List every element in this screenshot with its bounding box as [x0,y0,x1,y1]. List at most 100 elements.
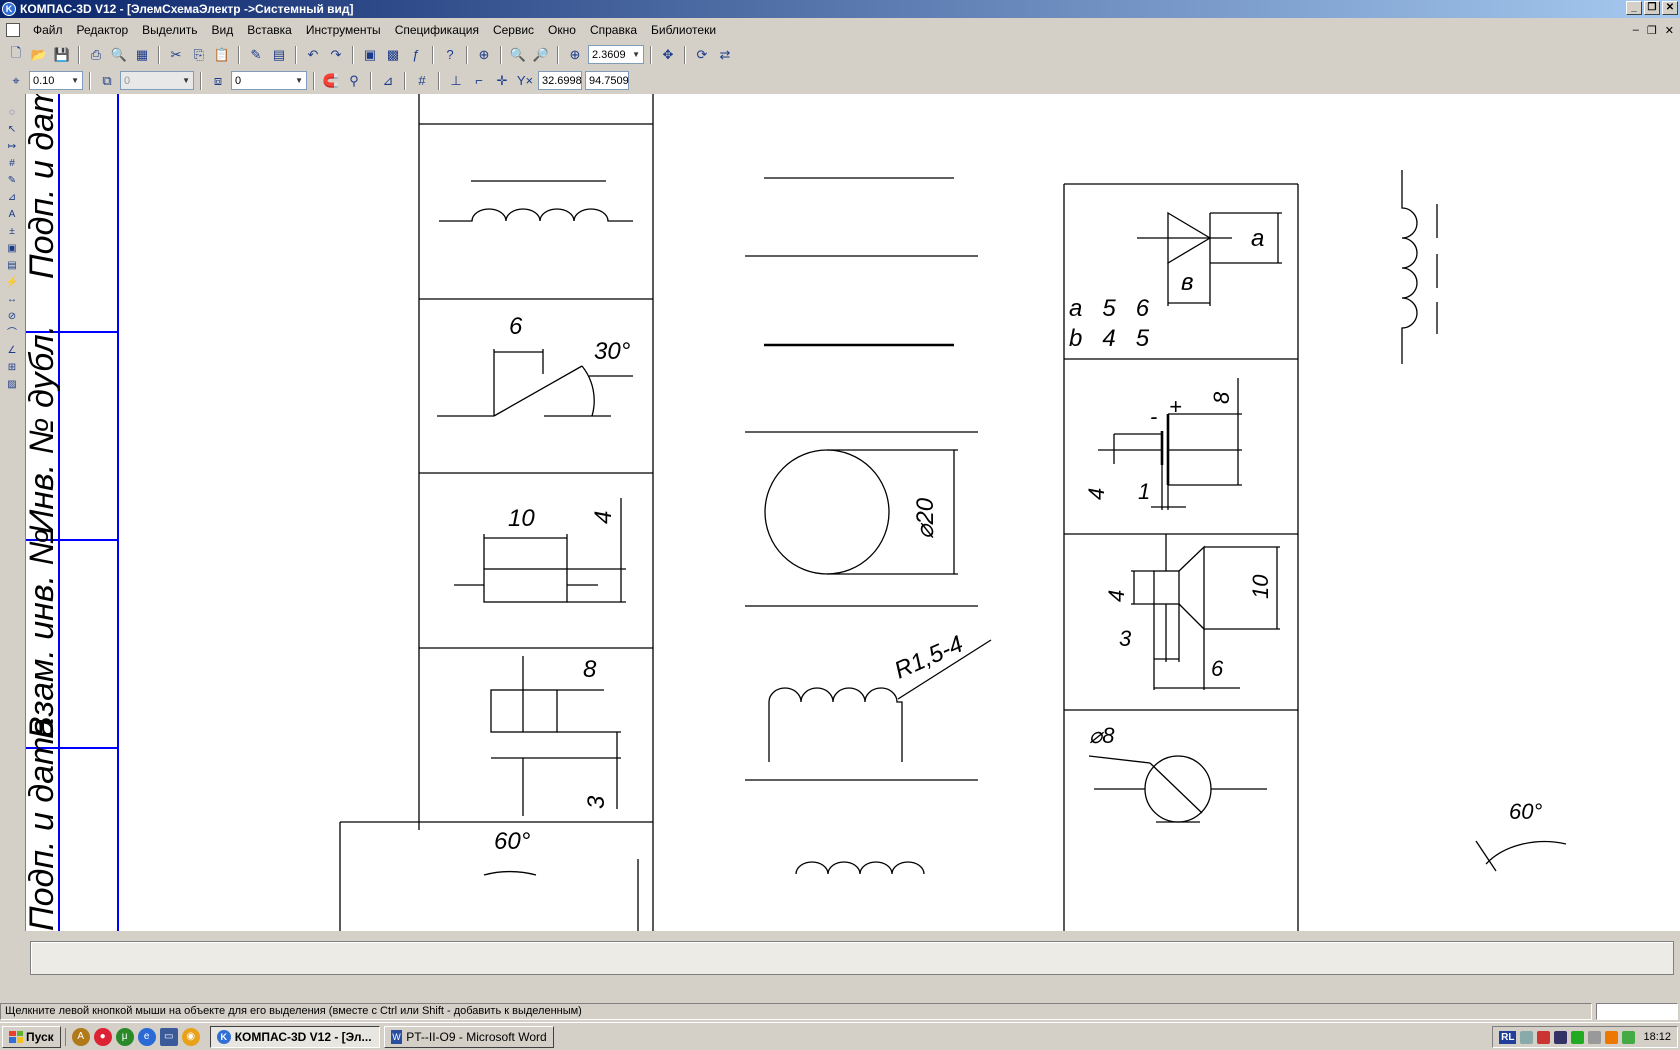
tray-network-icon[interactable] [1554,1030,1568,1044]
measure-icon[interactable]: ± [3,225,21,239]
task-word[interactable]: W PT--II-O9 - Microsoft Word [383,1025,554,1048]
ortho-icon[interactable]: ⊿ [378,71,398,91]
grid-tool-icon[interactable]: # [3,157,21,171]
hatch-icon[interactable]: ▨ [3,378,21,392]
undo-icon[interactable]: ↶ [303,45,323,65]
refresh-icon[interactable]: ⟳ [692,45,712,65]
tree-icon[interactable]: ▣ [360,45,380,65]
arc-tool-icon[interactable]: ⌒ [3,327,21,341]
angle-tool-icon[interactable]: ∠ [3,344,21,358]
coord-x-input[interactable]: 32.6998 [538,71,582,90]
zoom-scale-icon[interactable]: ⊕ [565,45,585,65]
dim-speaker-6: 6 [1211,656,1224,681]
menu-libraries[interactable]: Библиотеки [644,23,723,37]
redo-icon[interactable]: ↷ [326,45,346,65]
doc-restore-button[interactable]: ❐ [1647,24,1657,37]
ie-quicklaunch-icon[interactable]: e [137,1027,156,1046]
desktop-quicklaunch-icon[interactable]: ▭ [159,1027,178,1046]
pan-icon[interactable]: ✥ [658,45,678,65]
report-icon[interactable]: ▤ [3,259,21,273]
fragment-icon[interactable]: ⚡ [3,276,21,290]
menu-help[interactable]: Справка [583,23,644,37]
language-indicator[interactable]: RL [1499,1030,1517,1044]
manager-icon[interactable]: ▤ [269,45,289,65]
circle-tool-icon[interactable]: ⊘ [3,310,21,324]
snap-local-icon[interactable]: ⚲ [344,71,364,91]
regenerate-icon[interactable]: ⇄ [715,45,735,65]
print-preview-icon[interactable]: 🔍 [109,45,129,65]
print-icon[interactable]: ⎙ [86,45,106,65]
diode-table-row2: b 4 5 [1069,325,1150,352]
local-cs-icon[interactable]: ⌖ [6,71,26,91]
media-quicklaunch-icon[interactable]: ● [93,1027,112,1046]
torrent-quicklaunch-icon[interactable]: μ [115,1027,134,1046]
tray-battery-icon[interactable] [1571,1030,1585,1044]
drawing-canvas[interactable]: Подп. и дата Инв. № дубл. Взам. инв. № П… [25,94,1680,931]
cursor-snap-icon[interactable]: ✛ [492,71,512,91]
tray-update-icon[interactable] [1605,1030,1619,1044]
layers-icon[interactable]: ⧈ [208,71,228,91]
cut-icon[interactable]: ✂ [166,45,186,65]
tray-volume-icon[interactable] [1588,1030,1602,1044]
tray-nvidia-icon[interactable] [1622,1030,1636,1044]
new-file-icon[interactable]: 🗋 [6,45,26,65]
menu-insert[interactable]: Вставка [240,23,299,37]
select-icon[interactable]: ↖ [3,123,21,137]
doc-minimize-button[interactable]: – [1633,24,1639,37]
open-file-icon[interactable]: 📂 [29,45,49,65]
tray-app-icon[interactable] [1520,1030,1534,1044]
arc-fragment [483,870,537,876]
menu-specification[interactable]: Спецификация [388,23,486,37]
quick-launch: A ● μ e ▭ ◉ [64,1027,206,1046]
tray-flag-icon[interactable] [1537,1030,1551,1044]
chrome-quicklaunch-icon[interactable]: ◉ [181,1027,200,1046]
spec-icon[interactable]: ▣ [3,242,21,256]
zoom-input[interactable]: 2.3609 ▼ [588,45,644,64]
menu-service[interactable]: Сервис [486,23,541,37]
minimize-button[interactable]: _ [1626,1,1642,15]
zoom-in-icon[interactable]: 🔍 [508,45,528,65]
dimensions-icon[interactable]: ↦ [3,140,21,154]
document-icon[interactable] [6,23,20,37]
snap-icon[interactable]: 🧲 [321,71,341,91]
menu-tools[interactable]: Инструменты [299,23,388,37]
grid-icon[interactable]: # [412,71,432,91]
menu-window[interactable]: Окно [541,23,583,37]
variables-icon[interactable]: ƒ [406,45,426,65]
menu-view[interactable]: Вид [205,23,241,37]
coord-y-input[interactable]: 94.7509 [585,71,629,90]
menu-file[interactable]: Файл [26,23,70,37]
geometry-icon[interactable]: ◌ [3,106,21,120]
app-quicklaunch-icon[interactable]: A [71,1027,90,1046]
library-manager-icon[interactable]: ▩ [383,45,403,65]
edit-icon[interactable]: ✎ [3,174,21,188]
menu-select[interactable]: Выделить [135,23,204,37]
start-button[interactable]: Пуск [2,1025,61,1048]
help-pointer-icon[interactable]: ? [440,45,460,65]
step-input[interactable]: 0.10 ▼ [29,71,83,90]
close-button[interactable]: ✕ [1662,1,1678,15]
zoom-all-icon[interactable]: 🔎 [531,45,551,65]
maximize-button[interactable]: ❐ [1644,1,1660,15]
linear-dim-icon[interactable]: ↔ [3,293,21,307]
polyline-icon[interactable]: ⌐ [469,71,489,91]
style-input[interactable]: 0 ▼ [231,71,307,90]
text-icon[interactable]: A [3,208,21,222]
zoom-window-icon[interactable]: ⊕ [474,45,494,65]
layout-icon[interactable]: ▦ [132,45,152,65]
dim-resistor-10: 10 [508,505,535,532]
cap-plus-sign: + [1169,394,1182,419]
properties-icon[interactable]: ✎ [246,45,266,65]
copy-icon[interactable]: ⎘ [189,45,209,65]
axes-icon[interactable]: ⊥ [446,71,466,91]
layer-state-icon[interactable]: ⧉ [97,71,117,91]
view-tool-icon[interactable]: ⊞ [3,361,21,375]
paste-icon[interactable]: 📋 [212,45,232,65]
chevron-down-icon[interactable]: ▼ [632,50,640,59]
save-icon[interactable]: 💾 [52,45,72,65]
task-kompas[interactable]: K КОМПАС-3D V12 - [Эл... [209,1025,380,1048]
param-icon[interactable]: ⊿ [3,191,21,205]
doc-close-button[interactable]: ✕ [1665,24,1674,37]
capacitor-symbol [490,656,621,816]
menu-editor[interactable]: Редактор [70,23,136,37]
